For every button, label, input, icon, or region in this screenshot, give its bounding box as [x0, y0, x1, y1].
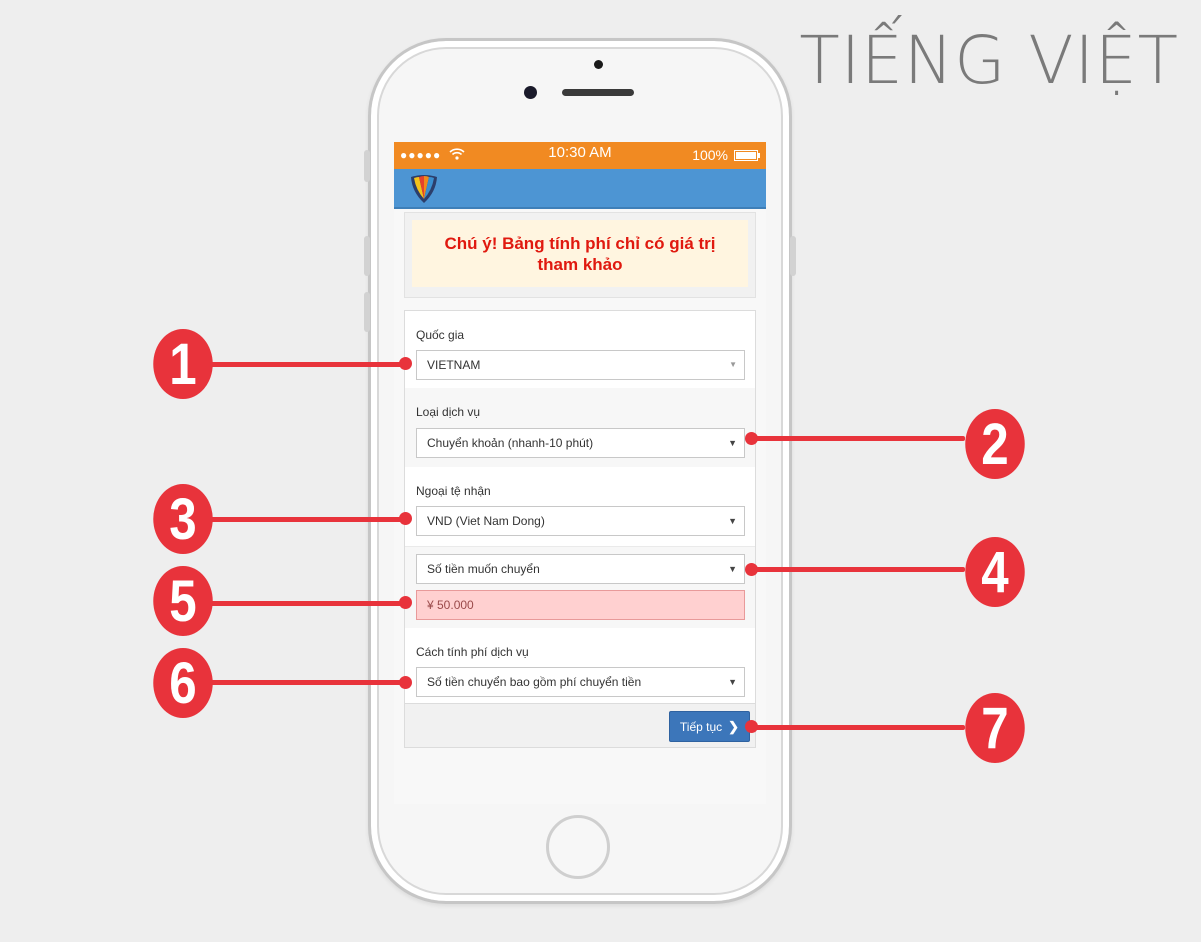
status-bar: ●●●●● 10:30 AM 100%	[394, 142, 766, 169]
callout-line-1	[210, 362, 406, 367]
currency-select[interactable]: VND (Viet Nam Dong) ▼	[416, 506, 745, 536]
phone-camera	[524, 86, 537, 99]
phone-power-button	[790, 236, 796, 276]
callout-line-5	[210, 601, 406, 606]
next-button-label: Tiếp tục	[679, 719, 723, 734]
chevron-down-icon: ▼	[728, 438, 737, 448]
chevron-down-icon: ▼	[728, 516, 737, 526]
language-heading: TIẾNG VIỆT	[799, 22, 1179, 99]
callout-dot-5	[399, 596, 412, 609]
battery-percent: 100%	[692, 147, 728, 163]
phone-volume-down	[364, 292, 370, 332]
callout-badge-1: 1	[153, 329, 213, 399]
callout-dot-4	[745, 563, 758, 576]
fee-method-select[interactable]: Số tiền chuyển bao gồm phí chuyển tiền ▼	[416, 667, 745, 697]
callout-line-7	[750, 725, 965, 730]
callout-dot-6	[399, 676, 412, 689]
callout-dot-2	[745, 432, 758, 445]
chevron-right-icon: ❯	[728, 718, 740, 734]
notice-panel: Chú ý! Bảng tính phí chỉ có giá trị tham…	[404, 212, 756, 298]
currency-value: VND (Viet Nam Dong)	[427, 514, 545, 528]
phone-volume-up	[364, 236, 370, 276]
callout-badge-7: 7	[965, 693, 1025, 763]
fee-notice: Chú ý! Bảng tính phí chỉ có giá trị tham…	[412, 220, 748, 287]
country-select[interactable]: VIETNAM ▼	[416, 350, 745, 380]
callout-badge-5: 5	[153, 566, 213, 636]
service-type-group: Loại dịch vụ Chuyển khoản (nhanh-10 phút…	[405, 388, 755, 467]
callout-badge-4: 4	[965, 537, 1025, 607]
app-bar	[394, 169, 766, 209]
home-button[interactable]	[546, 815, 610, 879]
phone-screen: ●●●●● 10:30 AM 100% Chú ý! Bảng tính phí…	[394, 142, 766, 804]
currency-label: Ngoại tệ nhận	[416, 484, 491, 498]
service-type-value: Chuyển khoản (nhanh-10 phút)	[427, 436, 594, 450]
chevron-down-icon: ▼	[729, 360, 737, 369]
callout-badge-3: 3	[153, 484, 213, 554]
service-type-select[interactable]: Chuyển khoản (nhanh-10 phút) ▼	[416, 428, 745, 458]
service-type-label: Loại dịch vụ	[416, 405, 481, 419]
country-group: Quốc gia VIETNAM ▼	[405, 311, 755, 388]
callout-line-3	[210, 517, 406, 522]
battery-indicator: 100%	[692, 142, 760, 169]
amount-type-select[interactable]: Số tiền muốn chuyển ▼	[416, 554, 745, 584]
phone-speaker	[562, 89, 634, 96]
country-label: Quốc gia	[416, 328, 465, 342]
country-value: VIETNAM	[427, 358, 481, 372]
callout-badge-2: 2	[965, 409, 1025, 479]
phone-sensor	[594, 60, 603, 69]
fee-calculator-form: Quốc gia VIETNAM ▼ Loại dịch vụ Chuyển k…	[404, 310, 756, 748]
amount-value: ¥ 50.000	[427, 598, 474, 612]
fee-method-group: Cách tính phí dịch vụ Số tiền chuyển bao…	[405, 628, 755, 705]
app-logo-icon[interactable]	[408, 172, 440, 204]
phone-mute-switch	[364, 150, 370, 182]
callout-dot-3	[399, 512, 412, 525]
fee-method-label: Cách tính phí dịch vụ	[416, 645, 529, 659]
callout-line-6	[210, 680, 406, 685]
chevron-down-icon: ▼	[728, 677, 737, 687]
callout-dot-1	[399, 357, 412, 370]
amount-type-value: Số tiền muốn chuyển	[427, 562, 540, 576]
amount-group: Số tiền muốn chuyển ▼ ¥ 50.000	[405, 546, 755, 628]
callout-badge-6: 6	[153, 648, 213, 718]
chevron-down-icon: ▼	[728, 564, 737, 574]
callout-dot-7	[745, 720, 758, 733]
next-button[interactable]: Tiếp tục ❯	[669, 711, 750, 742]
callout-line-2	[750, 436, 965, 441]
callout-line-4	[750, 567, 965, 572]
form-footer: Tiếp tục ❯	[405, 703, 755, 747]
fee-method-value: Số tiền chuyển bao gồm phí chuyển tiền	[427, 675, 642, 689]
battery-icon	[734, 150, 760, 161]
currency-group: Ngoại tệ nhận VND (Viet Nam Dong) ▼	[405, 467, 755, 546]
amount-input[interactable]: ¥ 50.000	[416, 590, 745, 620]
